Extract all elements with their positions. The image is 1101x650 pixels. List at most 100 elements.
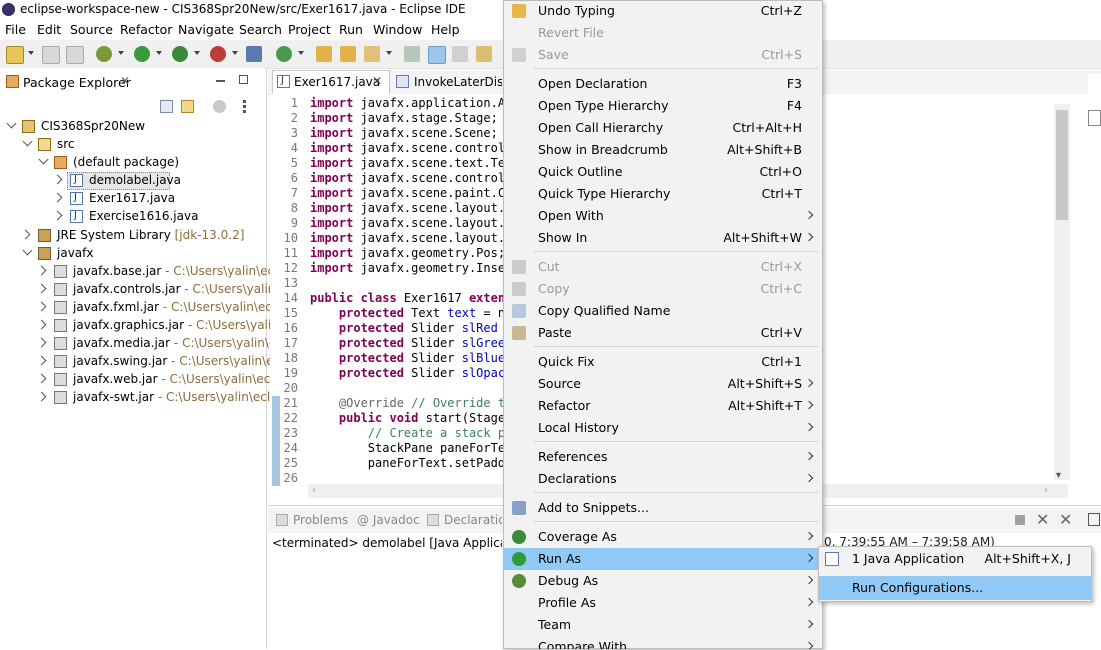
tree-item-jar[interactable]: javafx.graphics.jar - C:\Users\yalin\e [0,317,266,335]
tree-item-src[interactable]: src [0,136,266,154]
remove-launch-icon[interactable]: ✕ [1036,510,1049,529]
editor-tab-label[interactable]: InvokeLaterDispa [414,75,502,89]
menu-file[interactable]: File [5,22,26,37]
collapsed-twisty-icon[interactable] [53,211,63,221]
new-class-dropdown-icon[interactable] [298,51,304,55]
external-tools-icon[interactable] [210,46,226,62]
close-icon[interactable]: ✕ [372,74,382,88]
menu-search[interactable]: Search [239,22,282,37]
menu-item-profile-as[interactable]: Profile As [504,592,822,614]
menu-item-debug-as[interactable]: Debug As [504,570,822,592]
menu-item-cut[interactable]: Cut Ctrl+X [504,256,822,278]
tab-javadoc[interactable]: @ Javadoc [357,513,420,527]
collapsed-twisty-icon[interactable] [37,374,47,384]
tree-item-jar[interactable]: javafx.swing.jar - C:\Users\yalin\ecli [0,353,266,371]
coverage-dropdown-icon[interactable] [194,51,200,55]
tree-item-project[interactable]: CIS368Spr20New [0,118,266,136]
show-whitespace-icon[interactable] [476,46,492,62]
toggle-icon[interactable] [404,46,420,62]
tree-item-jar[interactable]: javafx.media.jar - C:\Users\yalin\ecl [0,335,266,353]
menu-item-refactor[interactable]: Refactor Alt+Shift+T [504,395,822,417]
scroll-left-icon[interactable]: ‹ [312,485,316,496]
tree-item-jar[interactable]: javafx.web.jar - C:\Users\yalin\eclips [0,371,266,389]
submenu-item-java-application[interactable]: 1 Java Application Alt+Shift+X, J [819,547,1091,571]
menu-item-show-in-breadcrumb[interactable]: Show in Breadcrumb Alt+Shift+B [504,139,822,161]
collapsed-twisty-icon[interactable] [37,338,47,348]
tree-item-jar[interactable]: javafx.controls.jar - C:\Users\yalin\e [0,281,266,299]
open-folder-icon[interactable] [340,46,356,62]
open-type-icon[interactable] [316,46,332,62]
run-dropdown-icon[interactable] [156,51,162,55]
coverage-toolbar-icon[interactable] [172,46,188,62]
collapse-all-icon[interactable] [160,100,173,113]
scrollbar-thumb[interactable] [1056,110,1068,220]
menu-navigate[interactable]: Navigate [178,22,234,37]
new-dropdown-icon[interactable] [28,51,34,55]
new-java-project-icon[interactable] [246,46,262,62]
collapsed-twisty-icon[interactable] [37,392,47,402]
menu-item-show-in[interactable]: Show In Alt+Shift+W [504,227,822,249]
tree-item-jar[interactable]: javafx-swt.jar - C:\Users\yalin\eclips [0,389,266,407]
view-menu-icon[interactable] [243,100,249,113]
tab-declaration[interactable]: Declaration [444,513,502,527]
expanded-twisty-icon[interactable] [7,119,17,129]
scroll-right-icon[interactable]: › [1044,485,1048,496]
tree-item-jar[interactable]: javafx.base.jar - C:\Users\yalin\eclip [0,263,266,281]
menu-run[interactable]: Run [339,22,363,37]
menu-item-open-type-hierarchy[interactable]: Open Type Hierarchy F4 [504,95,822,117]
menu-item-quick-type-hierarchy[interactable]: Quick Type Hierarchy Ctrl+T [504,183,822,205]
collapsed-twisty-icon[interactable] [53,193,63,203]
debug-dropdown-icon[interactable] [118,51,124,55]
collapsed-twisty-icon[interactable] [53,175,63,185]
close-icon[interactable]: ✕ [120,74,130,88]
collapsed-twisty-icon[interactable] [37,284,47,294]
menu-item-save[interactable]: Save Ctrl+S [504,44,822,66]
tree-item-default-package[interactable]: (default package) [0,154,266,172]
tree-item-jre[interactable]: JRE System Library [jdk-13.0.2] [0,227,266,245]
scroll-down-icon[interactable]: ▾ [1056,470,1061,481]
external-tools-dropdown-icon[interactable] [232,51,238,55]
collapsed-twisty-icon[interactable] [37,302,47,312]
expanded-twisty-icon[interactable] [39,155,49,165]
menu-item-compare-with[interactable]: Compare With [504,636,822,649]
expanded-twisty-icon[interactable] [23,137,33,147]
collapsed-twisty-icon[interactable] [37,356,47,366]
maximize-icon[interactable] [239,75,248,84]
menu-source[interactable]: Source [70,22,113,37]
debug-toolbar-icon[interactable] [96,46,112,62]
menu-item-open-with[interactable]: Open With [504,205,822,227]
menu-item-undo-typing[interactable]: Undo Typing Ctrl+Z [504,0,822,22]
collapsed-twisty-icon[interactable] [37,320,47,330]
menu-refactor[interactable]: Refactor [120,22,172,37]
menu-project[interactable]: Project [288,22,331,37]
filter-icon[interactable] [213,100,226,113]
submenu-item-run-configurations[interactable]: Run Configurations... [819,576,1091,600]
menu-item-local-history[interactable]: Local History [504,417,822,439]
menu-edit[interactable]: Edit [37,22,61,37]
menu-item-copy[interactable]: Copy Ctrl+C [504,278,822,300]
mark-occurrences-icon[interactable] [428,46,446,64]
block-selection-icon[interactable] [452,46,468,62]
console-view-icon[interactable] [1088,513,1100,526]
link-with-editor-icon[interactable] [181,100,194,113]
menu-item-paste[interactable]: Paste Ctrl+V [504,322,822,344]
search-dropdown-icon[interactable] [386,51,392,55]
menu-window[interactable]: Window [373,22,422,37]
tab-problems[interactable]: Problems [293,513,348,527]
search-toolbar-icon[interactable] [364,46,380,62]
tree-item-exercise1616[interactable]: Exercise1616.java [0,208,266,226]
menu-item-open-declaration[interactable]: Open Declaration F3 [504,73,822,95]
menu-item-coverage-as[interactable]: Coverage As [504,526,822,548]
save-toolbar-icon[interactable] [42,46,60,64]
menu-item-declarations[interactable]: Declarations [504,468,822,490]
run-toolbar-icon[interactable] [134,46,150,62]
tree-item-javafx[interactable]: javafx [0,245,266,263]
menu-item-source[interactable]: Source Alt+Shift+S [504,373,822,395]
collapsed-twisty-icon[interactable] [37,266,47,276]
remove-all-icon[interactable]: ✕ [1059,510,1072,529]
menu-item-open-call-hierarchy[interactable]: Open Call Hierarchy Ctrl+Alt+H [504,117,822,139]
tree-item-jar[interactable]: javafx.fxml.jar - C:\Users\yalin\eclip [0,299,266,317]
menu-item-copy-qualified-name[interactable]: Copy Qualified Name [504,300,822,322]
menu-item-team[interactable]: Team [504,614,822,636]
tree-item-exer1617[interactable]: Exer1617.java [0,190,266,208]
